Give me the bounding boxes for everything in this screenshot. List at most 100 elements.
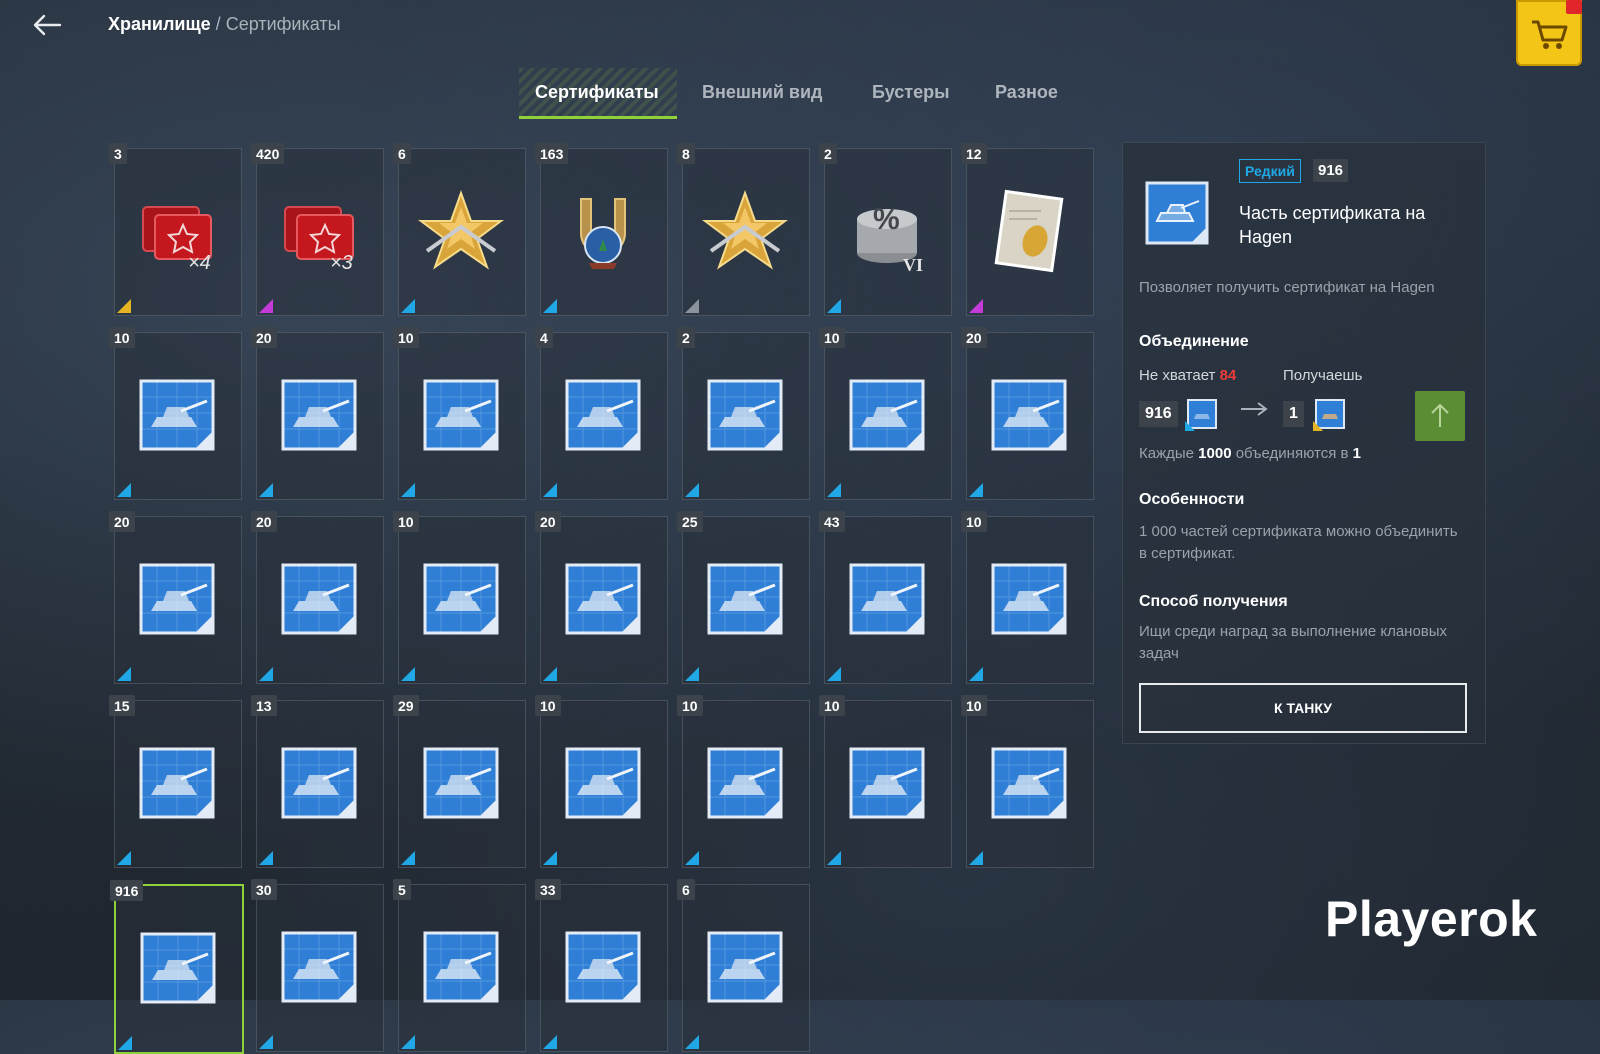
breadcrumb-root[interactable]: Хранилище (108, 14, 211, 34)
inventory-item[interactable]: 20 (961, 327, 1094, 500)
inventory-item[interactable]: 6 (393, 143, 526, 316)
inventory-item[interactable]: 10 (961, 511, 1094, 684)
inventory-item[interactable]: 10 (393, 511, 526, 684)
tank-blueprint-icon (991, 563, 1067, 635)
to-tank-button[interactable]: К ТАНКУ (1139, 683, 1467, 733)
tank-blueprint-icon (140, 932, 216, 1004)
tank-blueprint-icon (707, 747, 783, 819)
inventory-item[interactable]: 2% VI (819, 143, 952, 316)
rarity-corner-icon (401, 1035, 415, 1049)
tank-blueprint-icon (139, 563, 215, 635)
inventory-item[interactable]: 20 (535, 511, 668, 684)
item-count-badge: 10 (819, 327, 845, 348)
tank-blueprint-icon (565, 379, 641, 451)
item-count-badge: 29 (393, 695, 419, 716)
merge-button[interactable] (1415, 391, 1465, 441)
receive-label: Получаешь (1283, 367, 1363, 384)
item-count-badge: 3 (109, 143, 127, 164)
inventory-item[interactable]: 30 (251, 879, 384, 1052)
inventory-item[interactable]: 10 (677, 695, 810, 868)
inventory-item[interactable]: 10 (109, 327, 242, 500)
rarity-corner-icon (259, 667, 273, 681)
inventory-item[interactable]: 29 (393, 695, 526, 868)
item-count-badge: 20 (535, 511, 561, 532)
item-count-badge: 10 (819, 695, 845, 716)
rarity-corner-icon (259, 299, 273, 313)
merge-rule-amount: 1000 (1198, 445, 1232, 462)
inventory-item[interactable]: 10 (535, 695, 668, 868)
tank-blueprint-icon (139, 379, 215, 451)
inventory-item[interactable]: 916 (110, 880, 244, 1054)
tank-blueprint-icon (707, 563, 783, 635)
inventory-item[interactable]: 15 (109, 695, 242, 868)
item-count-badge: 20 (251, 327, 277, 348)
rarity-corner-icon (259, 483, 273, 497)
tab-appearance[interactable]: Внешний вид (702, 82, 822, 103)
inventory-item[interactable]: 12 (961, 143, 1094, 316)
inventory-item[interactable]: 3 ×4 (109, 143, 242, 316)
inventory-item[interactable]: 4 (535, 327, 668, 500)
watermark: Playerok (1325, 891, 1538, 947)
inventory-item[interactable]: 6 (677, 879, 810, 1052)
inventory-item[interactable]: 2 (677, 327, 810, 500)
rarity-corner-icon (969, 483, 983, 497)
rarity-corner-icon (259, 851, 273, 865)
inventory-item[interactable]: 8 (677, 143, 810, 316)
obtain-heading: Способ получения (1139, 593, 1288, 610)
item-count-badge: 25 (677, 511, 703, 532)
inventory-item[interactable]: 25 (677, 511, 810, 684)
inventory-item[interactable]: 5 (393, 879, 526, 1052)
rarity-corner-icon (401, 851, 415, 865)
tab-certificates[interactable]: Сертификаты (535, 82, 659, 103)
tank-blueprint-icon (849, 747, 925, 819)
item-count-badge: 5 (393, 879, 411, 900)
arrow-up-icon (1431, 403, 1449, 427)
inventory-item[interactable]: 20 (251, 511, 384, 684)
tab-boosters[interactable]: Бустеры (872, 82, 949, 103)
item-count-badge: 4 (535, 327, 553, 348)
item-count-badge: 6 (677, 879, 695, 900)
item-count-badge: 43 (819, 511, 845, 532)
tank-blueprint-icon (565, 747, 641, 819)
item-count-badge: 163 (535, 143, 569, 164)
percent-coins-vi-icon: % VI (857, 203, 923, 273)
merge-rule-result: 1 (1352, 445, 1361, 462)
missing-amount: Не хватает 84 (1139, 367, 1236, 384)
tank-blueprint-icon (139, 747, 215, 819)
rarity-corner-icon (259, 1035, 273, 1049)
shop-cart-button[interactable] (1516, 0, 1582, 66)
merge-rule-prefix: Каждые (1139, 445, 1194, 462)
tab-misc[interactable]: Разное (995, 82, 1058, 103)
svg-text:×4: ×4 (188, 252, 211, 273)
features-text: 1 000 частей сертификата можно объединит… (1139, 523, 1458, 562)
inventory-item[interactable]: 10 (393, 327, 526, 500)
rarity-corner-icon (685, 851, 699, 865)
item-count-badge: 10 (393, 327, 419, 348)
tank-blueprint-icon (281, 931, 357, 1003)
inventory-item[interactable]: 420 ×3 (251, 143, 384, 316)
inventory-item[interactable]: 163 (535, 143, 668, 316)
rarity-corner-icon (969, 851, 983, 865)
item-count-badge: 30 (251, 879, 277, 900)
item-count-badge: 13 (251, 695, 277, 716)
inventory-item[interactable]: 20 (109, 511, 242, 684)
inventory-item[interactable]: 10 (961, 695, 1094, 868)
rarity-corner-icon (117, 667, 131, 681)
inventory-grid: 3 ×4 420 ×3 6 163 8 2% VI 12 10 20 10 4 2 10 20 20 20 10 20 2… (108, 143, 1096, 1054)
tank-blueprint-icon (1313, 399, 1345, 431)
inventory-item[interactable]: 10 (819, 695, 952, 868)
rarity-corner-icon (401, 667, 415, 681)
rarity-corner-icon (118, 1036, 132, 1050)
back-arrow-icon[interactable] (30, 10, 64, 40)
tank-blueprint-icon (991, 747, 1067, 819)
rarity-corner-icon (117, 851, 131, 865)
inventory-item[interactable]: 10 (819, 327, 952, 500)
inventory-item[interactable]: 20 (251, 327, 384, 500)
inventory-item[interactable]: 13 (251, 695, 384, 868)
tank-blueprint-icon (281, 747, 357, 819)
item-description: Позволяет получить сертификат на Hagen (1139, 279, 1435, 296)
inventory-item[interactable]: 43 (819, 511, 952, 684)
rarity-corner-icon (685, 483, 699, 497)
tank-blueprint-icon (423, 747, 499, 819)
inventory-item[interactable]: 33 (535, 879, 668, 1052)
